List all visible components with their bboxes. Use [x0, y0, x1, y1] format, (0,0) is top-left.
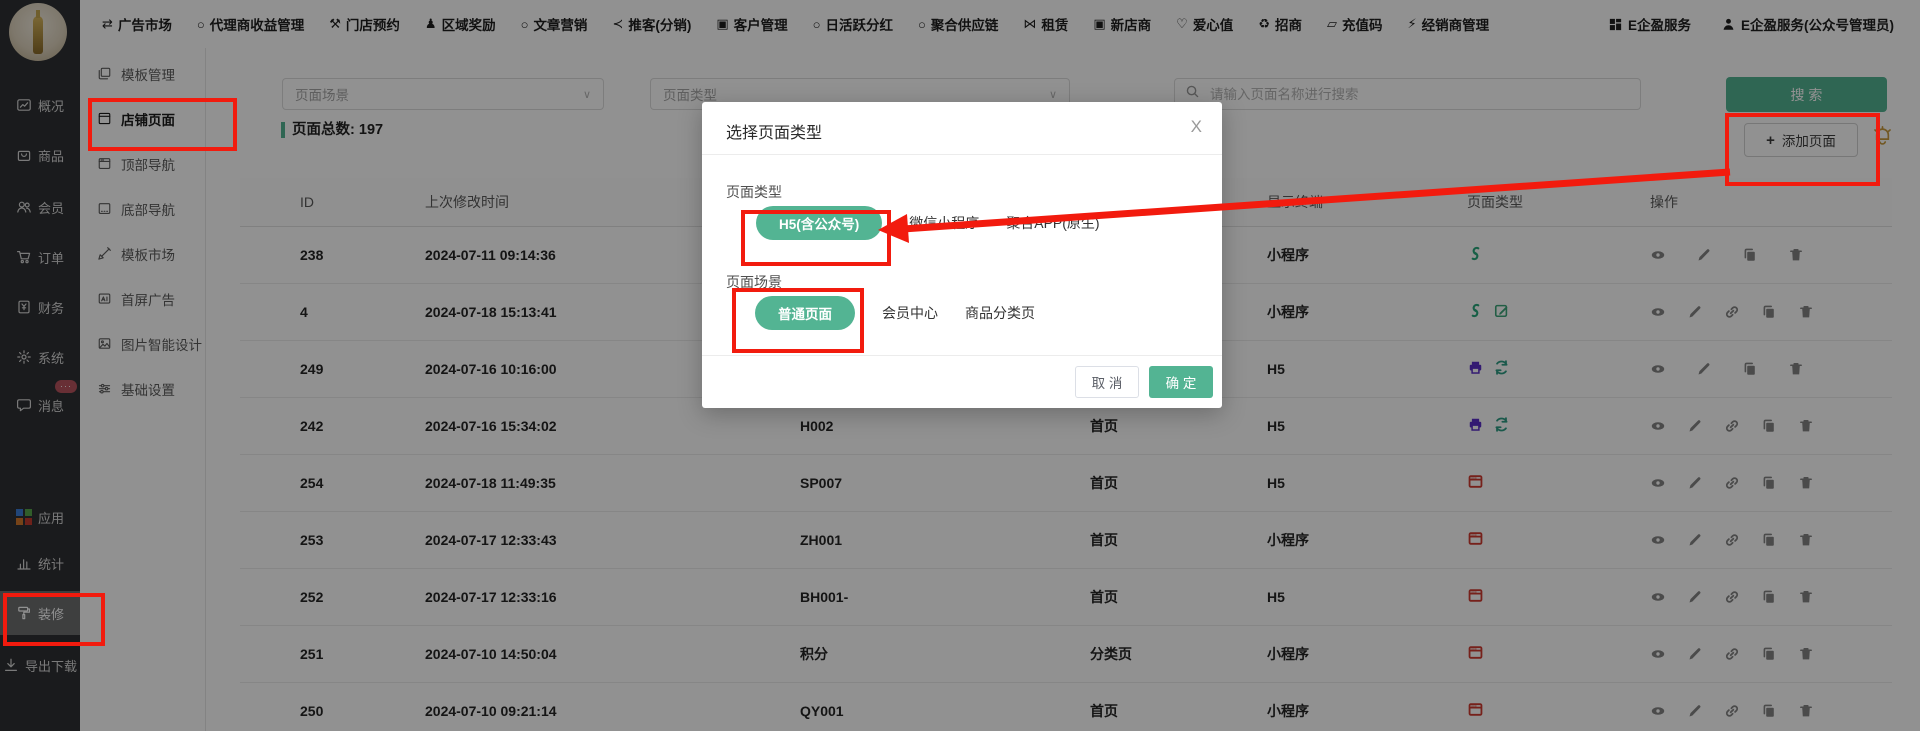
dialog-title: 选择页面类型: [726, 119, 822, 143]
cancel-button[interactable]: 取 消: [1075, 366, 1139, 398]
option-商品分类页[interactable]: 商品分类页: [965, 303, 1035, 323]
admin-decoration-page: ⇄广告市场○代理商收益管理⚒门店预约♟区域奖励○文章营销≺推客(分销)▣客户管理…: [0, 0, 1920, 731]
option-微信小程序[interactable]: 微信小程序: [909, 213, 979, 233]
selected-pill-H5(含公众号)[interactable]: H5(含公众号): [756, 206, 882, 240]
close-icon[interactable]: X: [1191, 117, 1202, 137]
page-type-group-label: 页面类型: [726, 182, 782, 202]
dialog-footer: 取 消 确 定: [702, 355, 1222, 408]
page-scene-options: 普通页面 会员中心 商品分类页: [755, 296, 1035, 330]
page-type-options: H5(含公众号) 微信小程序 聚合APP(原生): [756, 206, 1100, 240]
select-page-type-dialog: 选择页面类型 X 页面类型 H5(含公众号) 微信小程序 聚合APP(原生) 页面场…: [702, 102, 1222, 408]
page-scene-group-label: 页面场景: [726, 272, 782, 292]
option-会员中心[interactable]: 会员中心: [882, 303, 938, 323]
selected-pill-普通页面[interactable]: 普通页面: [755, 296, 855, 330]
dialog-header: 选择页面类型 X: [702, 102, 1222, 155]
option-聚合APP(原生)[interactable]: 聚合APP(原生): [1006, 213, 1099, 233]
confirm-button[interactable]: 确 定: [1149, 366, 1213, 398]
